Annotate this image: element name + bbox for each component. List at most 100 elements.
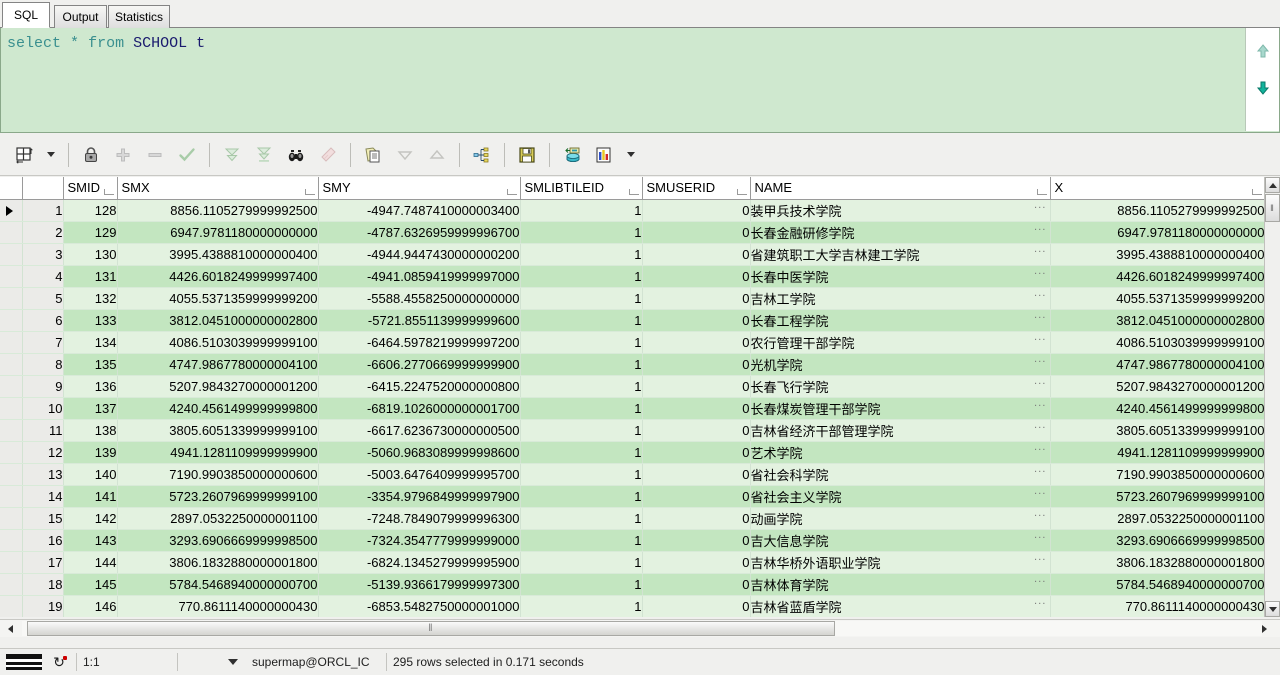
arrow-up-icon[interactable]	[1255, 43, 1271, 59]
tab-statistics[interactable]: Statistics	[108, 5, 170, 28]
cell-smx[interactable]: 5723.2607969999999100	[117, 485, 318, 507]
scroll-right-button[interactable]	[1256, 621, 1272, 636]
cell-x[interactable]: 5723.2607969999999100	[1050, 485, 1265, 507]
cell-smid[interactable]: 135	[63, 353, 117, 375]
cell-smy[interactable]: -6464.5978219999997200	[318, 331, 520, 353]
cell-smuserid[interactable]: 0	[642, 199, 750, 221]
cell-name[interactable]: 长春煤炭管理干部学院···	[750, 397, 1050, 419]
cell-smid[interactable]: 143	[63, 529, 117, 551]
cell-smlibtileid[interactable]: 1	[520, 551, 642, 573]
cell-smlibtileid[interactable]: 1	[520, 243, 642, 265]
result-grid[interactable]: SMID SMX SMY SMLIBTILEID	[0, 177, 1280, 617]
cell-name[interactable]: 省建筑职工大学吉林建工学院···	[750, 243, 1050, 265]
cell-smuserid[interactable]: 0	[642, 265, 750, 287]
cell-smuserid[interactable]: 0	[642, 419, 750, 441]
row-marker[interactable]	[0, 551, 22, 573]
delete-record-button[interactable]	[141, 141, 169, 169]
cell-smlibtileid[interactable]: 1	[520, 507, 642, 529]
cell-smuserid[interactable]: 0	[642, 243, 750, 265]
cell-name[interactable]: 装甲兵技术学院···	[750, 199, 1050, 221]
table-row[interactable]: 51324055.5371359999999200-5588.455825000…	[0, 287, 1265, 309]
cell-smx[interactable]: 5784.5468940000000700	[117, 573, 318, 595]
cell-smlibtileid[interactable]: 1	[520, 485, 642, 507]
column-header-smlibtileid[interactable]: SMLIBTILEID	[520, 177, 642, 199]
table-row[interactable]: 71344086.5103039999999100-6464.597821999…	[0, 331, 1265, 353]
row-marker[interactable]	[0, 463, 22, 485]
grid-vertical-scrollbar[interactable]: ‖	[1264, 177, 1280, 617]
cell-smy[interactable]: -6617.6236730000000500	[318, 419, 520, 441]
cell-x[interactable]: 4086.5103039999999100	[1050, 331, 1265, 353]
table-row[interactable]: 21296947.9781180000000000-4787.632695999…	[0, 221, 1265, 243]
cell-smx[interactable]: 4055.5371359999999200	[117, 287, 318, 309]
cell-smuserid[interactable]: 0	[642, 221, 750, 243]
sql-editor[interactable]: select * from SCHOOL t	[0, 28, 1280, 133]
cell-smlibtileid[interactable]: 1	[520, 573, 642, 595]
cell-name[interactable]: 长春中医学院···	[750, 265, 1050, 287]
cell-smid[interactable]: 133	[63, 309, 117, 331]
table-row[interactable]: 81354747.9867780000004100-6606.277066999…	[0, 353, 1265, 375]
grid-layout-button[interactable]	[10, 141, 38, 169]
cell-x[interactable]: 4240.4561499999999800	[1050, 397, 1265, 419]
table-row[interactable]: 41314426.6018249999997400-4941.085941999…	[0, 265, 1265, 287]
table-row[interactable]: 141415723.2607969999999100-3354.97968499…	[0, 485, 1265, 507]
cell-smx[interactable]: 3995.4388810000000400	[117, 243, 318, 265]
clear-filter-button[interactable]	[314, 141, 342, 169]
cell-smx[interactable]: 4426.6018249999997400	[117, 265, 318, 287]
column-resize-grip[interactable]	[629, 189, 639, 195]
cell-smx[interactable]: 5207.9843270000001200	[117, 375, 318, 397]
cell-x[interactable]: 5207.9843270000001200	[1050, 375, 1265, 397]
column-resize-grip[interactable]	[104, 189, 114, 195]
table-row[interactable]: 11288856.1105279999992500-4947.748741000…	[0, 199, 1265, 221]
cell-name[interactable]: 吉林省蓝盾学院···	[750, 595, 1050, 617]
cell-smuserid[interactable]: 0	[642, 331, 750, 353]
scroll-down-button[interactable]	[1265, 601, 1280, 617]
row-marker[interactable]	[0, 573, 22, 595]
insert-record-button[interactable]	[109, 141, 137, 169]
cell-smx[interactable]: 4086.5103039999999100	[117, 331, 318, 353]
cell-name[interactable]: 吉林省经济干部管理学院···	[750, 419, 1050, 441]
row-marker[interactable]	[0, 595, 22, 617]
cell-name[interactable]: 农行管理干部学院···	[750, 331, 1050, 353]
column-header-name[interactable]: NAME	[750, 177, 1050, 199]
cell-smy[interactable]: -5060.9683089999998600	[318, 441, 520, 463]
cell-smlibtileid[interactable]: 1	[520, 397, 642, 419]
row-marker[interactable]	[0, 287, 22, 309]
cell-smid[interactable]: 132	[63, 287, 117, 309]
cell-smx[interactable]: 770.8611140000000430	[117, 595, 318, 617]
find-button[interactable]	[282, 141, 310, 169]
cell-x[interactable]: 3812.0451000000002800	[1050, 309, 1265, 331]
row-marker[interactable]	[0, 507, 22, 529]
row-marker[interactable]	[0, 375, 22, 397]
table-row[interactable]: 91365207.9843270000001200-6415.224752000…	[0, 375, 1265, 397]
table-row[interactable]: 181455784.5468940000000700-5139.93661799…	[0, 573, 1265, 595]
column-header-smid[interactable]: SMID	[63, 177, 117, 199]
hscroll-track[interactable]: ‖	[22, 621, 1262, 636]
cell-name[interactable]: 吉林工学院···	[750, 287, 1050, 309]
cell-smlibtileid[interactable]: 1	[520, 221, 642, 243]
cell-name[interactable]: 长春金融研修学院···	[750, 221, 1050, 243]
cell-smlibtileid[interactable]: 1	[520, 375, 642, 397]
grid-horizontal-scrollbar[interactable]: ‖	[0, 619, 1280, 637]
cell-smx[interactable]: 3293.6906669999998500	[117, 529, 318, 551]
cell-smlibtileid[interactable]: 1	[520, 199, 642, 221]
cell-smx[interactable]: 3806.1832880000001800	[117, 551, 318, 573]
table-row[interactable]: 131407190.9903850000000600-5003.64764099…	[0, 463, 1265, 485]
cell-smuserid[interactable]: 0	[642, 309, 750, 331]
cell-smy[interactable]: -4947.7487410000003400	[318, 199, 520, 221]
cell-smid[interactable]: 129	[63, 221, 117, 243]
column-resize-grip[interactable]	[1252, 189, 1262, 195]
cell-x[interactable]: 4426.6018249999997400	[1050, 265, 1265, 287]
commit-button[interactable]	[173, 141, 201, 169]
cell-smid[interactable]: 137	[63, 397, 117, 419]
cell-x[interactable]: 3995.4388810000000400	[1050, 243, 1265, 265]
row-marker[interactable]	[0, 331, 22, 353]
cell-smx[interactable]: 4747.9867780000004100	[117, 353, 318, 375]
cell-smuserid[interactable]: 0	[642, 551, 750, 573]
cell-smid[interactable]: 145	[63, 573, 117, 595]
cell-smlibtileid[interactable]: 1	[520, 265, 642, 287]
cell-smx[interactable]: 6947.9781180000000000	[117, 221, 318, 243]
cell-x[interactable]: 770.8611140000000430	[1050, 595, 1265, 617]
row-marker[interactable]	[0, 199, 22, 221]
copy-to-clipboard-button[interactable]	[359, 141, 387, 169]
table-row[interactable]: 101374240.4561499999999800-6819.10260000…	[0, 397, 1265, 419]
